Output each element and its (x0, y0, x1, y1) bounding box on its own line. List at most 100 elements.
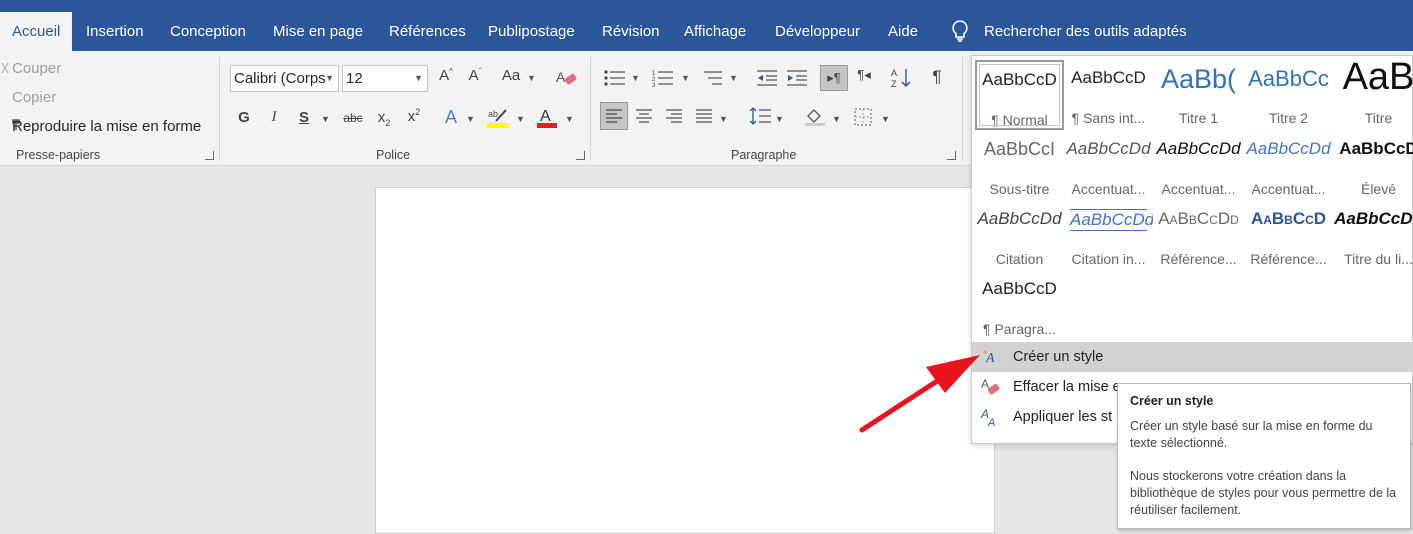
increase-indent-icon[interactable] (786, 69, 808, 87)
format-painter-button[interactable]: Reproduire la mise en forme (12, 118, 201, 135)
tab-accueil[interactable]: Accueil (0, 12, 73, 51)
tooltip-title: Créer un style (1130, 394, 1214, 408)
text-effects-button[interactable]: A (441, 107, 461, 128)
font-name-combobox[interactable]: Calibri (Corps ▼ (230, 65, 339, 92)
align-left-button[interactable] (600, 102, 628, 130)
tab-affichage[interactable]: Affichage (672, 12, 758, 51)
shrink-font-button[interactable]: Aˇ (465, 67, 485, 84)
bold-button[interactable]: G (236, 109, 252, 126)
tab-insertion[interactable]: Insertion (74, 12, 156, 51)
style-strong[interactable]: AaBbCcD Élevé (1334, 131, 1413, 201)
font-size-combobox[interactable]: 12 ▼ (342, 65, 428, 92)
style-preview: AaBbCcDd (1334, 209, 1413, 228)
style-intense-reference[interactable]: AaBbCcD Référence... (1244, 201, 1333, 271)
chevron-down-icon: ▼ (325, 73, 334, 83)
font-size-value: 12 (346, 70, 363, 87)
svg-text:A: A (556, 69, 566, 85)
highlight-color-icon[interactable]: ab (486, 107, 512, 129)
apply-styles-icon: AA (980, 407, 995, 428)
chevron-down-icon: ▼ (775, 114, 784, 124)
italic-button[interactable]: I (266, 109, 282, 126)
grow-font-button[interactable]: A^ (436, 67, 456, 84)
tab-mise-en-page[interactable]: Mise en page (261, 12, 375, 51)
style-name: Titre (1364, 110, 1393, 126)
style-list-paragraph[interactable]: AaBbCcD ¶ Paragra... (975, 271, 1064, 341)
clipboard-launcher-icon[interactable] (205, 151, 214, 160)
style-emphasis[interactable]: AaBbCcDd Accentuat... (1154, 131, 1243, 201)
tab-conception[interactable]: Conception (158, 12, 258, 51)
align-center-icon[interactable] (636, 109, 652, 123)
numbering-icon[interactable]: 123 (652, 69, 674, 87)
copy-button[interactable]: Copier (12, 89, 56, 106)
style-subtle-reference[interactable]: AaBbCcDd Référence... (1154, 201, 1243, 271)
style-preview: AaBbCcDd (1070, 209, 1153, 231)
style-preview: AaBbCcD (982, 70, 1057, 89)
line-spacing-icon[interactable] (750, 107, 772, 125)
font-launcher-icon[interactable] (576, 151, 585, 160)
clear-formatting-icon[interactable]: A (556, 68, 578, 88)
style-intense-emphasis[interactable]: AaBbCcDd Accentuat... (1244, 131, 1333, 201)
tooltip-note: Nous stockerons votre création dans la b… (1130, 469, 1397, 517)
ltr-direction-button[interactable]: ▸¶ (820, 65, 848, 91)
chevron-down-icon: ▼ (631, 73, 640, 83)
clear-formatting-label: Effacer la mise e (1013, 379, 1121, 395)
style-heading-2[interactable]: AaBbCc Titre 2 (1244, 60, 1333, 130)
style-normal[interactable]: AaBbCcD ¶ Normal (975, 60, 1064, 130)
group-divider (590, 57, 591, 161)
justify-icon[interactable] (696, 109, 712, 123)
align-right-icon[interactable] (666, 109, 682, 123)
svg-text:A: A (891, 68, 897, 78)
style-heading-1[interactable]: AaBb( Titre 1 (1154, 60, 1243, 130)
style-quote[interactable]: AaBbCcDd Citation (975, 201, 1064, 271)
create-style-label: Créer un style (1013, 349, 1104, 365)
shading-icon[interactable] (804, 107, 826, 127)
subscript-button[interactable]: x2 (374, 109, 394, 128)
tab-aide[interactable]: Aide (876, 12, 930, 51)
document-page[interactable] (375, 187, 995, 534)
style-name: Citation (995, 251, 1044, 267)
strikethrough-button[interactable]: abc (341, 111, 365, 125)
chevron-down-icon: ▼ (832, 114, 841, 124)
tab-publipostage[interactable]: Publipostage (476, 12, 587, 51)
style-intense-quote[interactable]: AaBbCcDd Citation in... (1064, 201, 1153, 271)
bullets-icon[interactable] (604, 69, 626, 87)
style-title[interactable]: AaB Titre (1334, 60, 1413, 130)
style-preview: AaBbCcDd (977, 209, 1062, 228)
font-name-value: Calibri (Corps (234, 70, 326, 87)
cut-button[interactable]: Couper (12, 60, 61, 77)
superscript-button[interactable]: x2 (404, 107, 424, 125)
style-name: ¶ Normal (991, 112, 1048, 128)
chevron-down-icon: ▼ (466, 114, 475, 124)
change-case-button[interactable]: Aa (500, 67, 522, 84)
tell-me-search[interactable]: Rechercher des outils adaptés (984, 12, 1187, 51)
underline-button[interactable]: S (296, 109, 312, 126)
create-style-menu-item[interactable]: A Créer un style (972, 342, 1413, 372)
svg-text:A: A (540, 108, 551, 125)
style-subtle-emphasis[interactable]: AaBbCcDd Accentuat... (1064, 131, 1153, 201)
rtl-direction-button[interactable]: ¶◂ (853, 67, 875, 83)
style-name: ¶ Paragra... (983, 321, 1056, 337)
sort-icon[interactable]: AZ (891, 67, 913, 89)
tab-revision[interactable]: Révision (590, 12, 672, 51)
clipboard-group-label: Presse-papiers (16, 148, 101, 162)
chevron-down-icon: ▼ (516, 114, 525, 124)
borders-icon[interactable] (854, 108, 872, 126)
format-painter-label: Reproduire la mise en forme (12, 118, 202, 135)
style-name: Titre 1 (1178, 110, 1219, 126)
chevron-down-icon: ▼ (414, 73, 423, 83)
style-preview: AaBbCcDd (1158, 209, 1239, 228)
font-color-icon[interactable]: A (536, 107, 558, 129)
style-book-title[interactable]: AaBbCcDd Titre du li... (1334, 201, 1413, 271)
paragraph-group-label: Paragraphe (731, 148, 797, 162)
paragraph-launcher-icon[interactable] (947, 151, 956, 160)
tab-developpeur[interactable]: Développeur (763, 12, 872, 51)
multilevel-list-icon[interactable] (702, 69, 724, 87)
decrease-indent-icon[interactable] (756, 69, 778, 87)
style-no-spacing[interactable]: AaBbCcD ¶ Sans int... (1064, 60, 1153, 130)
chevron-down-icon: ▼ (527, 73, 536, 83)
align-left-icon (606, 109, 622, 123)
style-subtitle[interactable]: AaBbCcI Sous-titre (975, 131, 1064, 201)
chevron-down-icon: ▼ (719, 114, 728, 124)
tab-references[interactable]: Références (377, 12, 478, 51)
show-marks-button[interactable]: ¶ (928, 67, 946, 87)
